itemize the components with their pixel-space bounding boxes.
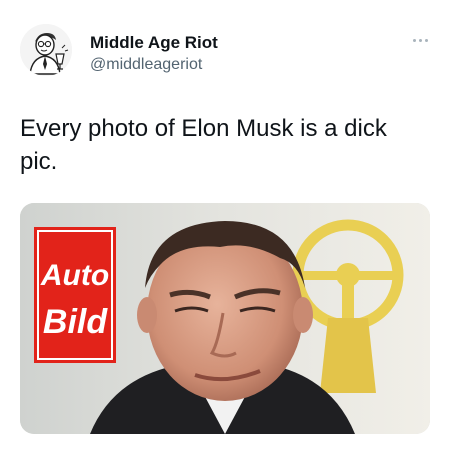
more-horizontal-icon[interactable] — [410, 34, 430, 46]
user-names: Middle Age Riot @middleageriot — [90, 33, 218, 76]
cartoon-man-avatar-icon — [20, 24, 72, 76]
logo-text-line1: Auto — [40, 259, 109, 292]
tweet-media-image[interactable]: Auto Bild — [20, 203, 430, 434]
user-avatar[interactable] — [20, 24, 72, 76]
display-name[interactable]: Middle Age Riot — [90, 33, 218, 53]
logo-text-line2: Bild — [43, 303, 108, 341]
tweet-card: Middle Age Riot @middleageriot Every pho… — [0, 0, 450, 452]
auto-bild-logo: Auto Bild — [34, 227, 116, 363]
photo-illustration: Auto Bild — [20, 203, 430, 434]
tweet-text: Every photo of Elon Musk is a dick pic. — [20, 115, 387, 175]
user-handle[interactable]: @middleageriot — [90, 54, 218, 76]
